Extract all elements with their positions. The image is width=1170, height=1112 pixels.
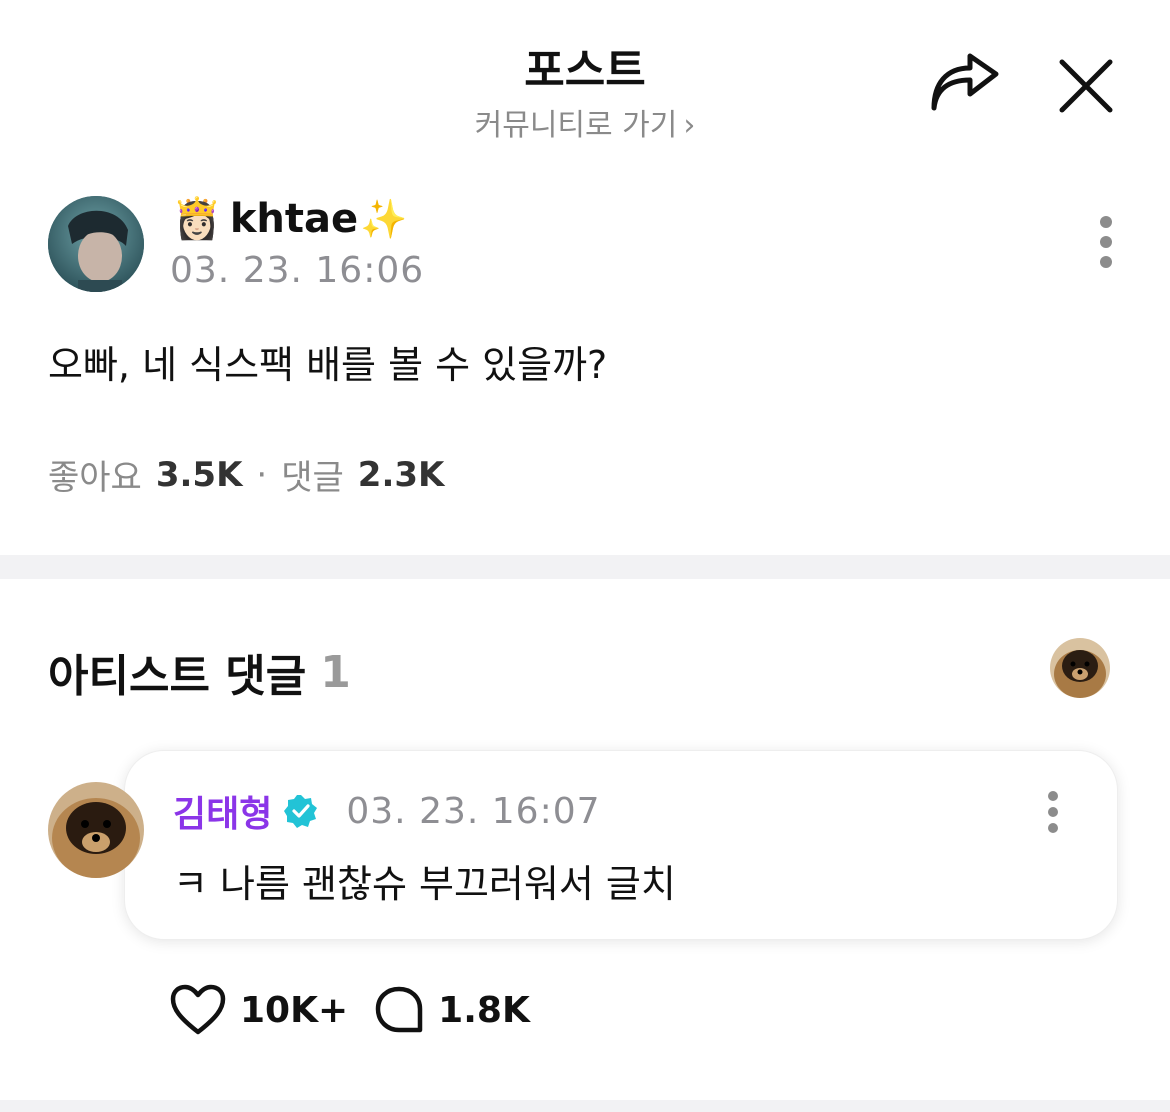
comment-more-button[interactable] [1043, 791, 1063, 841]
comments-label: 댓글 [281, 458, 344, 498]
comment-author-avatar[interactable] [48, 782, 144, 878]
heart-icon [170, 984, 226, 1035]
comment-author-name[interactable]: 김태형 [173, 785, 272, 837]
close-button[interactable] [1054, 54, 1118, 118]
close-icon [1059, 59, 1113, 113]
post-more-button[interactable] [1094, 216, 1118, 276]
sparkles-emoji: ✨ [360, 197, 408, 241]
author-name[interactable]: khtae [230, 196, 358, 242]
share-icon [931, 53, 999, 111]
comment-reactions: 10K+ 1.8K [170, 984, 530, 1036]
avatar[interactable] [48, 196, 144, 292]
comment-text: ㅋ 나름 괜찮슈 부끄러워서 글치 [173, 862, 676, 906]
post-stats: 좋아요 3.5K · 댓글 2.3K [48, 450, 444, 499]
post-author-row: 👸🏻 khtae ✨ 03. 23. 16:06 [48, 196, 1128, 306]
dog-avatar-image [1050, 638, 1110, 698]
artist-comments-count: 1 [320, 646, 351, 698]
artist-avatar-small[interactable] [1050, 638, 1110, 698]
bottom-divider [0, 1100, 1170, 1112]
comment-timestamp: 03. 23. 16:07 [346, 790, 601, 832]
post-body: 오빠, 네 식스팩 배를 볼 수 있을까? [48, 343, 608, 387]
header: 포스트 커뮤니티로 가기 › [0, 0, 1170, 160]
dog-avatar-image [48, 782, 144, 878]
post-timestamp: 03. 23. 16:06 [170, 250, 425, 291]
likes-count[interactable]: 3.5K [156, 455, 243, 495]
community-link-label: 커뮤니티로 가기 [474, 108, 678, 143]
section-divider [0, 555, 1170, 579]
avatar-image [48, 196, 144, 292]
more-vertical-icon [1043, 791, 1063, 833]
separator-dot: · [256, 454, 268, 495]
share-button[interactable] [928, 52, 1002, 118]
princess-emoji: 👸🏻 [172, 196, 222, 242]
author-line: 👸🏻 khtae ✨ [172, 194, 407, 244]
artist-comments-heading: 아티스트 댓글 1 [48, 640, 351, 704]
like-button[interactable]: 10K+ [170, 984, 348, 1036]
speech-bubble-icon [375, 986, 423, 1033]
verified-badge-icon [284, 795, 318, 828]
more-vertical-icon [1094, 216, 1118, 268]
reply-count: 1.8K [438, 989, 530, 1031]
likes-label: 좋아요 [48, 458, 142, 498]
artist-comments-title: 아티스트 댓글 [48, 651, 307, 702]
comment-header: 김태형 03. 23. 16:07 [173, 785, 601, 837]
artist-comment-card[interactable]: 김태형 03. 23. 16:07 ㅋ 나름 괜찮슈 부끄러워서 글치 [124, 750, 1118, 940]
reply-button[interactable]: 1.8K [374, 985, 530, 1035]
like-count: 10K+ [240, 989, 349, 1031]
chevron-right-icon: › [683, 108, 696, 143]
comments-count[interactable]: 2.3K [358, 455, 445, 495]
